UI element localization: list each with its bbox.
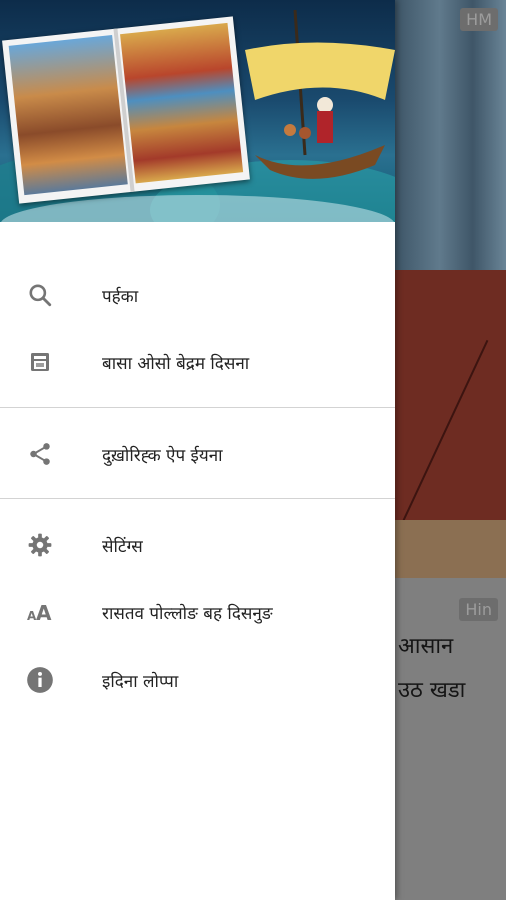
search-icon [26,281,54,309]
menu-item-settings[interactable]: सेटिंग्स [0,517,395,573]
menu-item-label: बासा ओसो बेद्रम दिसना [102,353,250,374]
settings-icon [26,531,54,559]
text-size-icon: AA [26,598,54,626]
svg-text:A: A [36,601,52,624]
menu-item-bookmark[interactable]: बासा ओसो बेद्रम दिसना [0,334,395,390]
info-icon [26,666,54,694]
drawer-header-image [0,0,395,222]
menu-divider [0,407,395,408]
comic-book-illustration [2,16,250,204]
bookmark-icon [26,348,54,376]
menu-item-label: रासतव पोल्लोङ बह दिसनुङ [102,603,273,624]
boat-illustration [245,9,395,179]
menu-item-label: सेटिंग्स [102,536,143,557]
navigation-drawer: पर्हका बासा ओसो बेद्रम दिसना दुख़ोरिह्क … [0,0,395,900]
top-badge: HM [460,8,498,31]
menu-item-about[interactable]: इदिना लोप्पा [0,652,395,708]
menu-item-label: इदिना लोप्पा [102,671,179,692]
menu-item-text-size[interactable]: AA रासतव पोल्लोङ बह दिसनुङ [0,584,395,640]
background-text-line: उठ खडा [398,678,466,703]
background-text-line: आसान [398,634,454,659]
section-badge: Hin [459,598,498,621]
menu-item-label: दुख़ोरिह्क ऐप ईयना [102,445,223,466]
share-icon [26,440,54,468]
menu-divider [0,498,395,499]
menu-item-share[interactable]: दुख़ोरिह्क ऐप ईयना [0,426,395,482]
menu-item-label: पर्हका [102,286,139,307]
menu-item-search[interactable]: पर्हका [0,267,395,323]
